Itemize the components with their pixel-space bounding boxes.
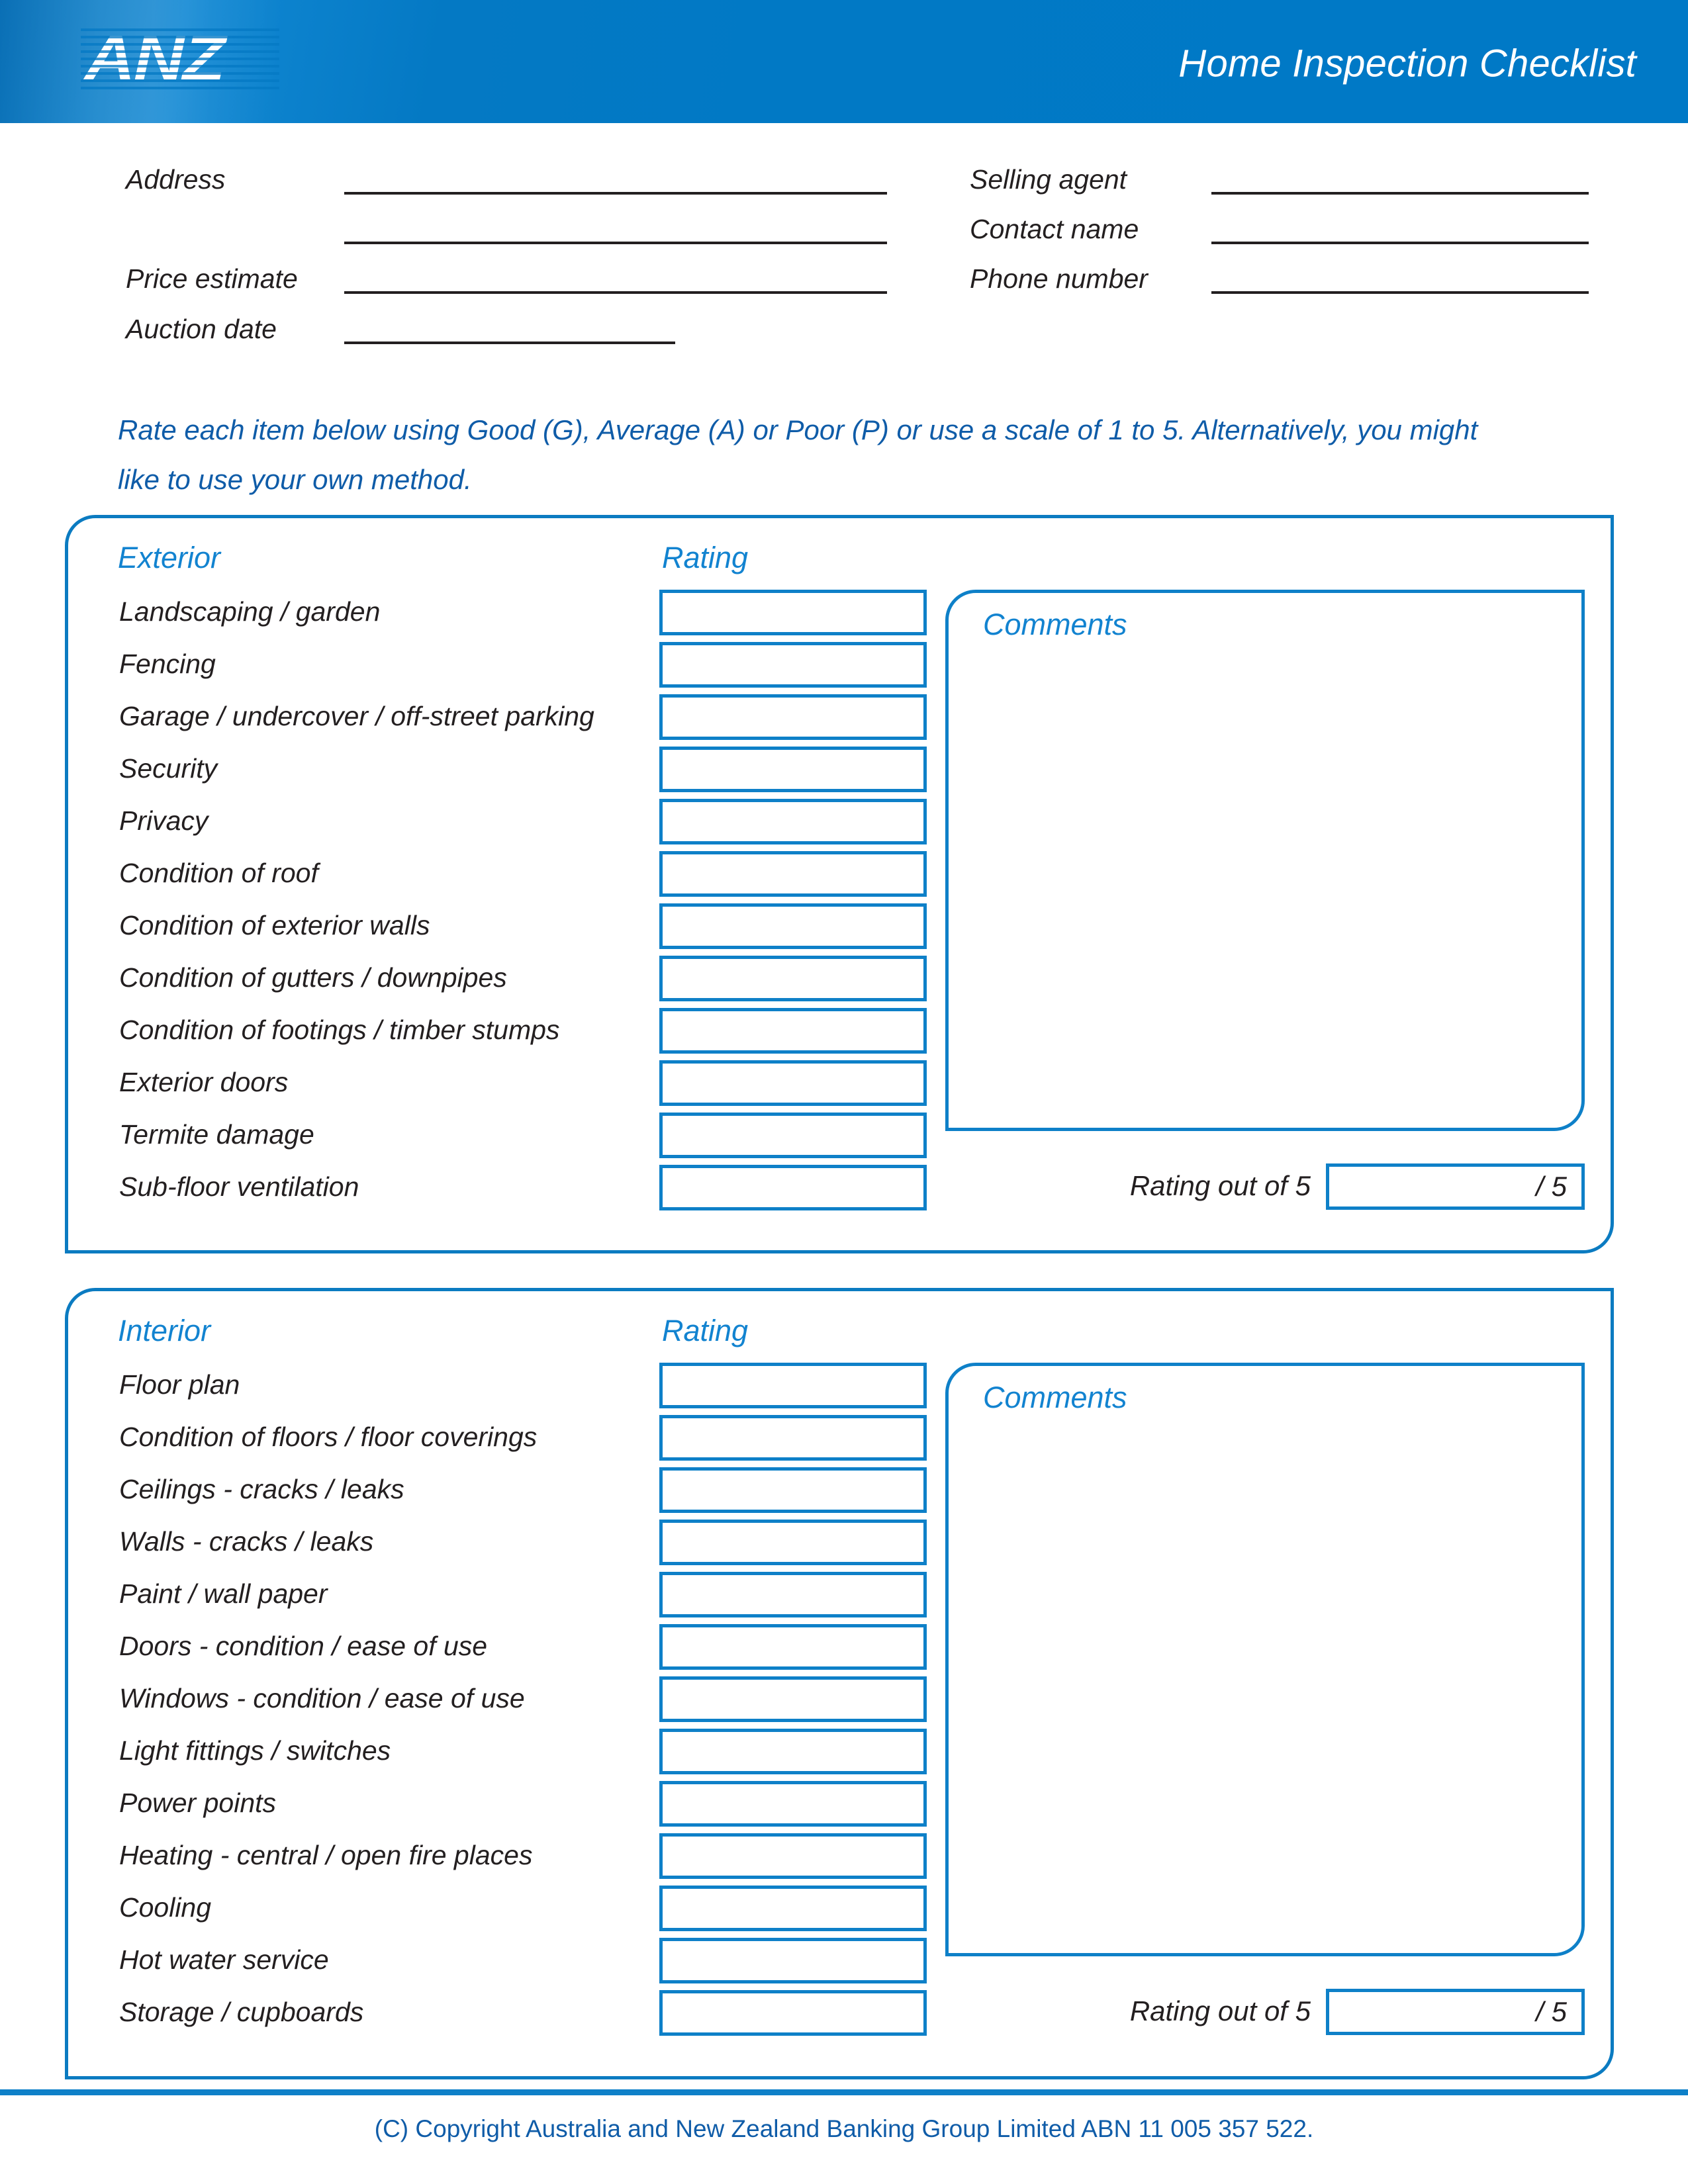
item-label: Landscaping / garden <box>119 596 381 627</box>
item-label: Paint / wall paper <box>119 1578 328 1609</box>
item-label: Security <box>119 753 218 784</box>
label-price-estimate: Price estimate <box>126 263 298 294</box>
rating-total-input-interior[interactable]: / 5 <box>1326 1989 1585 2035</box>
section-heading-exterior: Exterior <box>118 541 221 574</box>
rating-input[interactable] <box>659 1113 927 1158</box>
rating-input[interactable] <box>659 1467 927 1513</box>
item-label: Light fittings / switches <box>119 1735 391 1766</box>
rating-total-suffix-interior: / 5 <box>1536 1996 1567 2027</box>
rating-input[interactable] <box>659 1886 927 1931</box>
item-label: Exterior doors <box>119 1067 289 1097</box>
rating-input[interactable] <box>659 1363 927 1408</box>
label-address: Address <box>126 164 226 195</box>
label-phone-number: Phone number <box>970 263 1148 294</box>
anz-logo: ANZ <box>81 24 279 93</box>
rating-input[interactable] <box>659 590 927 635</box>
rating-input[interactable] <box>659 1165 927 1210</box>
label-auction-date: Auction date <box>126 314 277 344</box>
item-label: Condition of gutters / downpipes <box>119 962 507 993</box>
rating-heading-exterior: Rating <box>662 541 749 574</box>
footer-copyright: (C) Copyright Australia and New Zealand … <box>374 2115 1314 2142</box>
input-address-line2[interactable] <box>344 242 887 244</box>
item-label: Condition of exterior walls <box>119 910 430 940</box>
rating-total-suffix-exterior: / 5 <box>1536 1171 1567 1202</box>
rating-input[interactable] <box>659 1008 927 1054</box>
item-label: Floor plan <box>119 1369 240 1400</box>
item-label: Storage / cupboards <box>119 1997 364 2027</box>
anz-logo-text: ANZ <box>85 23 226 93</box>
rating-input[interactable] <box>659 694 927 740</box>
item-label: Windows - condition / ease of use <box>119 1683 525 1713</box>
item-label: Condition of footings / timber stumps <box>119 1015 560 1045</box>
rating-input[interactable] <box>659 1520 927 1565</box>
comments-label-exterior: Comments <box>983 608 1127 641</box>
instructions-line-1: Rate each item below using Good (G), Ave… <box>118 414 1478 445</box>
rating-input[interactable] <box>659 1572 927 1617</box>
rating-input[interactable] <box>659 903 927 949</box>
rating-input[interactable] <box>659 1781 927 1827</box>
rating-input[interactable] <box>659 851 927 897</box>
input-price-estimate[interactable] <box>344 291 887 294</box>
rating-input[interactable] <box>659 1833 927 1879</box>
comments-label-interior: Comments <box>983 1381 1127 1414</box>
rating-input[interactable] <box>659 1990 927 2036</box>
instructions-line-2: like to use your own method. <box>118 464 472 495</box>
section-heading-interior: Interior <box>118 1314 211 1347</box>
footer-divider <box>0 2089 1688 2095</box>
comments-input-exterior[interactable] <box>945 590 1585 1131</box>
item-label: Garage / undercover / off-street parking <box>119 701 594 731</box>
rating-total-label-exterior: Rating out of 5 <box>1129 1170 1311 1201</box>
instructions: Rate each item below using Good (G), Ave… <box>118 405 1561 504</box>
rating-input[interactable] <box>659 956 927 1001</box>
item-label: Condition of floors / floor coverings <box>119 1422 538 1452</box>
input-phone-number[interactable] <box>1211 291 1589 294</box>
comments-input-interior[interactable] <box>945 1363 1585 1956</box>
item-label: Fencing <box>119 649 216 679</box>
page-title: Home Inspection Checklist <box>1178 42 1636 85</box>
rating-input[interactable] <box>659 799 927 844</box>
input-contact-name[interactable] <box>1211 242 1589 244</box>
rating-heading-interior: Rating <box>662 1314 749 1347</box>
label-selling-agent: Selling agent <box>970 164 1127 195</box>
rating-input[interactable] <box>659 1729 927 1774</box>
input-selling-agent[interactable] <box>1211 192 1589 195</box>
rating-input[interactable] <box>659 1415 927 1461</box>
item-label: Cooling <box>119 1892 212 1923</box>
rating-input[interactable] <box>659 1938 927 1983</box>
rating-input[interactable] <box>659 1060 927 1106</box>
item-label: Ceilings - cracks / leaks <box>119 1474 404 1504</box>
item-label: Sub-floor ventilation <box>119 1171 359 1202</box>
item-label: Hot water service <box>119 1944 329 1975</box>
rating-input[interactable] <box>659 1624 927 1670</box>
input-auction-date[interactable] <box>344 341 675 344</box>
item-label: Privacy <box>119 805 209 836</box>
rating-total-input-exterior[interactable]: / 5 <box>1326 1163 1585 1210</box>
item-label: Doors - condition / ease of use <box>119 1631 488 1661</box>
rating-input[interactable] <box>659 747 927 792</box>
header-banner: ANZ Home Inspection Checklist <box>0 0 1688 123</box>
item-label: Power points <box>119 1788 277 1818</box>
rating-total-label-interior: Rating out of 5 <box>1129 1995 1311 2026</box>
item-label: Walls - cracks / leaks <box>119 1526 374 1557</box>
rating-input[interactable] <box>659 642 927 688</box>
item-label: Heating - central / open fire places <box>119 1840 533 1870</box>
input-address-line1[interactable] <box>344 192 887 195</box>
label-contact-name: Contact name <box>970 214 1139 244</box>
rating-input[interactable] <box>659 1676 927 1722</box>
item-label: Condition of roof <box>119 858 318 888</box>
item-label: Termite damage <box>119 1119 314 1150</box>
